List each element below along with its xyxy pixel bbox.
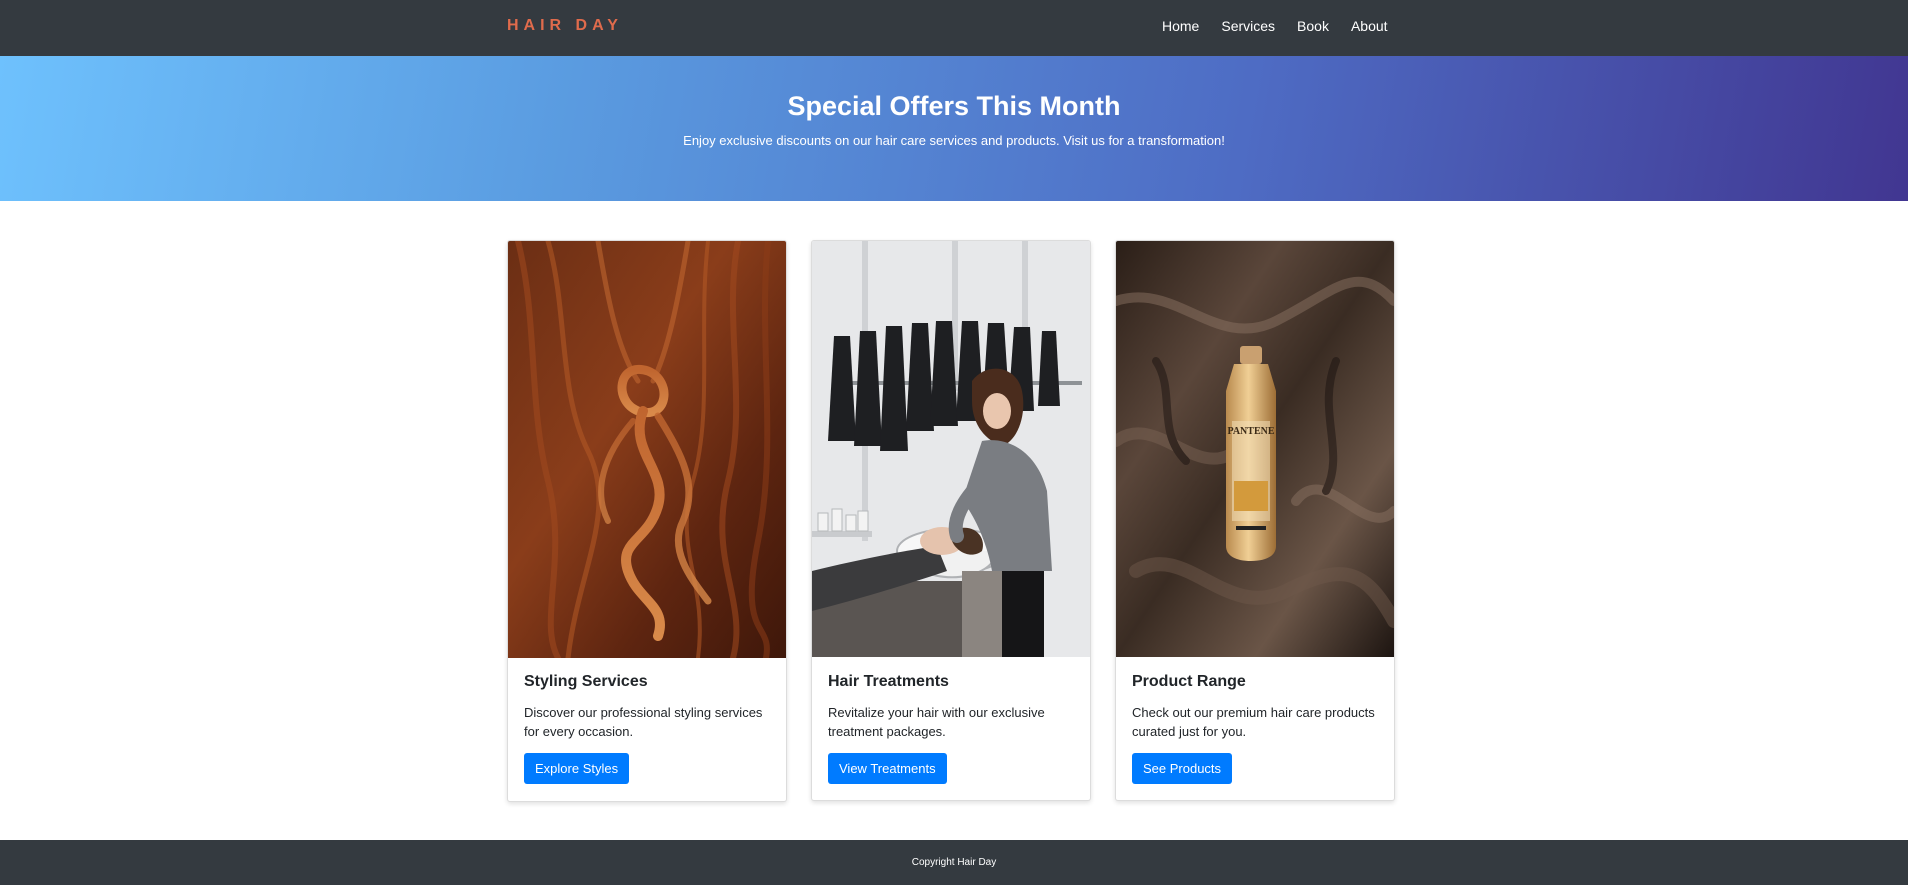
navbar: HAIR DAY Home Services Book About — [0, 0, 1908, 56]
hero-text: Enjoy exclusive discounts on our hair ca… — [683, 133, 1225, 148]
card-hair-treatments: Hair Treatments Revitalize your hair wit… — [811, 240, 1091, 801]
card-title: Product Range — [1132, 673, 1246, 690]
nav-link-about[interactable]: About — [1351, 18, 1388, 34]
footer: Copyright Hair Day — [0, 840, 1908, 885]
nav-link-book[interactable]: Book — [1297, 18, 1329, 34]
explore-styles-button[interactable]: Explore Styles — [524, 753, 630, 784]
card-image-product: PANTENE — [1116, 241, 1394, 657]
card-text: Revitalize your hair with our exclusive … — [828, 705, 1045, 739]
card-text: Discover our professional styling servic… — [524, 705, 763, 739]
card-body: Hair Treatments Revitalize your hair wit… — [828, 673, 1074, 784]
card-image-salon — [812, 241, 1090, 657]
card-body: Styling Services Discover our profession… — [524, 673, 770, 784]
card-image-red-hair — [508, 241, 786, 658]
brand-logo[interactable]: HAIR DAY — [507, 17, 623, 35]
hero-banner: Special Offers This Month Enjoy exclusiv… — [0, 56, 1908, 201]
card-title: Hair Treatments — [828, 673, 949, 690]
card-product-range: PANTENE Product Range Check out our prem… — [1115, 240, 1395, 801]
see-products-button[interactable]: See Products — [1132, 753, 1233, 784]
card-text: Check out our premium hair care products… — [1132, 705, 1375, 739]
card-title: Styling Services — [524, 673, 648, 690]
nav-links: Home Services Book About — [1162, 18, 1410, 34]
view-treatments-button[interactable]: View Treatments — [828, 753, 947, 784]
nav-link-services[interactable]: Services — [1221, 18, 1275, 34]
card-body: Product Range Check out our premium hair… — [1132, 673, 1378, 784]
footer-copyright: Copyright Hair Day — [911, 857, 997, 868]
product-label-text: PANTENE — [1227, 426, 1274, 437]
nav-link-home[interactable]: Home — [1162, 18, 1199, 34]
card-styling-services: Styling Services Discover our profession… — [507, 240, 787, 802]
hero-title: Special Offers This Month — [787, 91, 1121, 121]
